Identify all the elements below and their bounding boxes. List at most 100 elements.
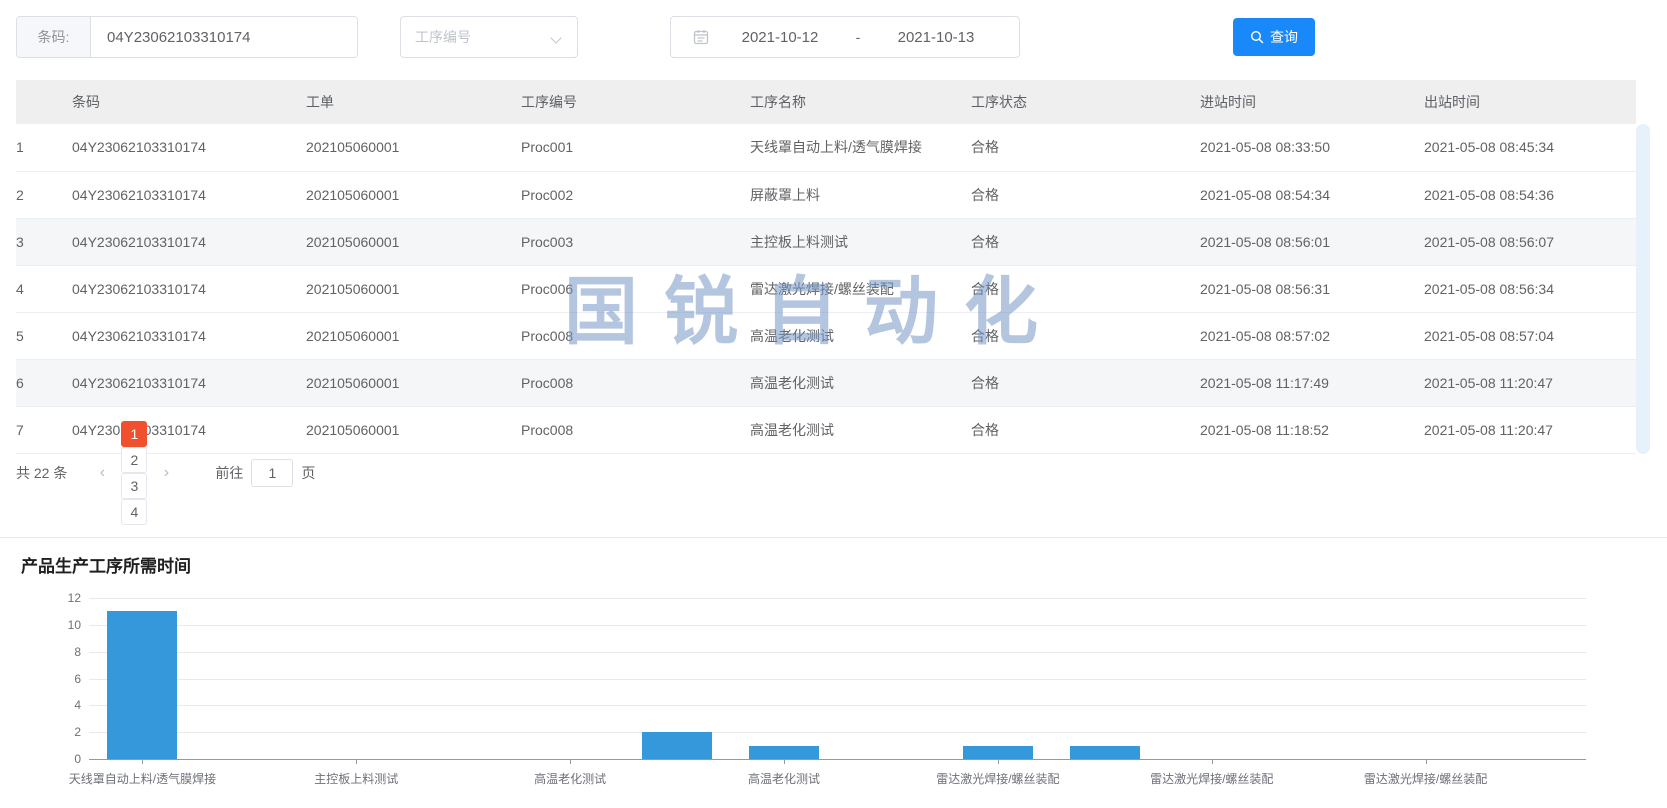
status-cell: 合格	[971, 312, 1200, 359]
x-axis-label: 雷达激光焊接/螺丝装配	[1316, 770, 1536, 787]
process-no-cell: Proc006	[521, 265, 750, 312]
out-time-cell: 2021-05-08 08:45:34	[1424, 124, 1636, 171]
pagination-page-3[interactable]: 3	[121, 473, 147, 499]
pagination-prev-icon[interactable]: ‹	[89, 461, 115, 485]
table-row: 604Y23062103310174202105060001Proc008高温老…	[16, 359, 1636, 406]
chart-bar	[107, 611, 177, 759]
in-time-cell: 2021-05-08 11:17:49	[1200, 359, 1424, 406]
chevron-down-icon	[552, 32, 563, 43]
process-no-cell: Proc008	[521, 359, 750, 406]
gridline	[89, 705, 1586, 706]
status-cell: 合格	[971, 124, 1200, 171]
table-row: 504Y23062103310174202105060001Proc008高温老…	[16, 312, 1636, 359]
date-start-input[interactable]	[709, 29, 851, 46]
table-row: 704Y23062103310174202105060001Proc008高温老…	[16, 406, 1636, 453]
process-no-cell: Proc001	[521, 124, 750, 171]
barcode-cell: 04Y23062103310174	[72, 406, 306, 453]
status-cell: 合格	[971, 359, 1200, 406]
in-time-cell: 2021-05-08 08:54:34	[1200, 171, 1424, 218]
y-tick-label: 12	[53, 591, 81, 605]
work-order-cell: 202105060001	[306, 406, 521, 453]
pagination-goto-input[interactable]	[251, 459, 293, 487]
process-no-cell: Proc008	[521, 406, 750, 453]
table-row: 304Y23062103310174202105060001Proc003主控板…	[16, 218, 1636, 265]
table-scrollbar[interactable]	[1636, 124, 1650, 454]
row-index-cell: 5	[16, 312, 72, 359]
pagination-goto-suffix: 页	[301, 463, 315, 483]
barcode-cell: 04Y23062103310174	[72, 359, 306, 406]
x-axis-line	[89, 759, 1586, 760]
x-axis-label: 雷达激光焊接/螺丝装配	[1102, 770, 1322, 787]
chart-plot: 024681012天线罩自动上料/透气膜焊接主控板上料测试高温老化测试高温老化测…	[89, 598, 1586, 759]
status-cell: 合格	[971, 218, 1200, 265]
page: 条码: 工序编号 - 查询	[0, 0, 1667, 808]
barcode-field-group: 条码:	[16, 16, 358, 58]
x-axis-tick	[570, 759, 571, 764]
x-axis-label: 高温老化测试	[460, 770, 680, 787]
pagination-next-icon[interactable]: ›	[153, 461, 179, 485]
row-index-cell: 2	[16, 171, 72, 218]
date-end-input[interactable]	[865, 29, 1007, 46]
process-number-select[interactable]: 工序编号	[400, 16, 578, 58]
in-time-cell: 2021-05-08 11:18:52	[1200, 406, 1424, 453]
process-name-cell: 主控板上料测试	[750, 218, 971, 265]
query-button[interactable]: 查询	[1233, 18, 1315, 56]
x-axis-label: 主控板上料测试	[246, 770, 466, 787]
x-axis-label: 高温老化测试	[674, 770, 894, 787]
process-name-cell: 高温老化测试	[750, 359, 971, 406]
x-axis-tick	[142, 759, 143, 764]
out-time-cell: 2021-05-08 08:56:07	[1424, 218, 1636, 265]
chart-bar	[1070, 746, 1140, 759]
in-time-cell: 2021-05-08 08:56:31	[1200, 265, 1424, 312]
row-index-cell: 3	[16, 218, 72, 265]
barcode-cell: 04Y23062103310174	[72, 312, 306, 359]
trace-table-header: 条码 工单 工序编号 工序名称 工序状态 进站时间 出站时间	[16, 80, 1636, 124]
chart-bar	[642, 732, 712, 759]
out-time-cell: 2021-05-08 08:57:04	[1424, 312, 1636, 359]
status-cell: 合格	[971, 406, 1200, 453]
pagination-page-4[interactable]: 4	[121, 499, 147, 525]
gridline	[89, 652, 1586, 653]
pagination-page-1[interactable]: 1	[121, 421, 147, 447]
x-axis-label: 天线罩自动上料/透气膜焊接	[32, 770, 252, 787]
column-header-barcode: 条码	[72, 80, 306, 124]
y-tick-label: 10	[53, 618, 81, 632]
date-range-picker[interactable]: -	[670, 16, 1020, 58]
column-header-in-time: 进站时间	[1200, 80, 1424, 124]
column-header-out-time: 出站时间	[1424, 80, 1636, 124]
process-no-cell: Proc002	[521, 171, 750, 218]
work-order-cell: 202105060001	[306, 312, 521, 359]
pagination-goto-label: 前往	[215, 463, 243, 483]
trace-table: 条码 工单 工序编号 工序名称 工序状态 进站时间 出站时间 104Y23062…	[16, 80, 1636, 454]
table-row: 204Y23062103310174202105060001Proc002屏蔽罩…	[16, 171, 1636, 218]
search-icon	[1250, 30, 1264, 44]
barcode-input[interactable]	[91, 17, 357, 57]
process-name-cell: 屏蔽罩上料	[750, 171, 971, 218]
out-time-cell: 2021-05-08 08:56:34	[1424, 265, 1636, 312]
in-time-cell: 2021-05-08 08:57:02	[1200, 312, 1424, 359]
status-cell: 合格	[971, 265, 1200, 312]
barcode-cell: 04Y23062103310174	[72, 124, 306, 171]
gridline	[89, 732, 1586, 733]
in-time-cell: 2021-05-08 08:33:50	[1200, 124, 1424, 171]
pagination-total: 共 22 条	[16, 463, 67, 483]
row-index-cell: 1	[16, 124, 72, 171]
column-header-work-order: 工单	[306, 80, 521, 124]
calendar-icon	[693, 29, 709, 45]
process-no-cell: Proc003	[521, 218, 750, 265]
out-time-cell: 2021-05-08 11:20:47	[1424, 359, 1636, 406]
out-time-cell: 2021-05-08 11:20:47	[1424, 406, 1636, 453]
pagination-page-2[interactable]: 2	[121, 447, 147, 473]
pagination: 共 22 条 ‹ 1234 › 前往 页	[16, 458, 315, 488]
barcode-cell: 04Y23062103310174	[72, 218, 306, 265]
x-axis-tick	[1426, 759, 1427, 764]
process-number-select-placeholder: 工序编号	[415, 27, 471, 47]
process-name-cell: 天线罩自动上料/透气膜焊接	[750, 124, 971, 171]
process-name-cell: 雷达激光焊接/螺丝装配	[750, 265, 971, 312]
barcode-cell: 04Y23062103310174	[72, 265, 306, 312]
x-axis-tick	[1212, 759, 1213, 764]
process-name-cell: 高温老化测试	[750, 312, 971, 359]
barcode-cell: 04Y23062103310174	[72, 171, 306, 218]
work-order-cell: 202105060001	[306, 359, 521, 406]
trace-table-section: 条码 工单 工序编号 工序名称 工序状态 进站时间 出站时间 104Y23062…	[16, 80, 1636, 454]
